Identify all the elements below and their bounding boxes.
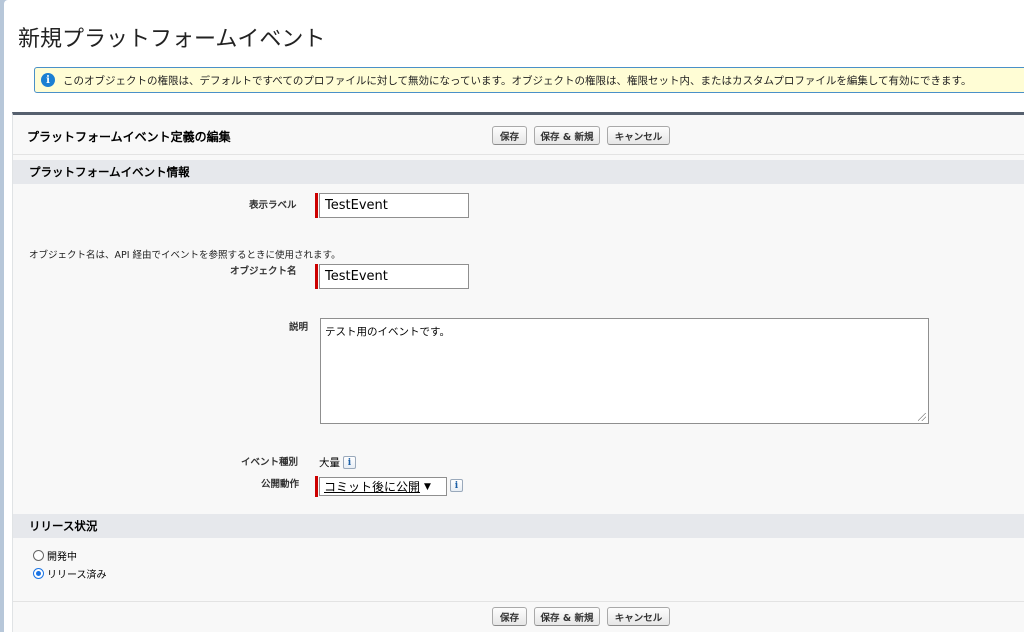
info-banner: i このオブジェクトの権限は、デフォルトですべてのプロファイルに対して無効になっ… xyxy=(34,67,1024,93)
release-option-dev-label: 開発中 xyxy=(47,552,77,563)
label-input[interactable]: TestEvent xyxy=(319,193,469,218)
info-icon: i xyxy=(41,73,55,87)
label-field-label: 表示ラベル xyxy=(249,200,297,211)
description-textarea[interactable]: テスト用のイベントです。 xyxy=(320,318,929,424)
info-banner-text: このオブジェクトの権限は、デフォルトですべてのプロファイルに対して無効になってい… xyxy=(63,74,972,87)
publish-behavior-label: 公開動作 xyxy=(261,479,300,490)
publish-behavior-select[interactable]: コミット後に公開 ▼ xyxy=(319,477,447,496)
event-type-label: イベント種別 xyxy=(241,457,299,468)
description-label: 説明 xyxy=(289,322,309,333)
publish-behavior-value: コミット後に公開 xyxy=(324,480,421,494)
required-indicator xyxy=(315,476,318,497)
radio-released[interactable] xyxy=(33,568,44,579)
event-type-value: 大量 xyxy=(319,457,340,469)
required-indicator xyxy=(315,264,318,289)
footer-cancel-button[interactable]: キャンセル xyxy=(607,607,670,626)
chevron-down-icon: ▼ xyxy=(424,481,431,492)
release-option-released-label: リリース済み xyxy=(47,570,107,581)
save-button[interactable]: 保存 xyxy=(492,126,527,145)
section-header-info: プラットフォームイベント情報 xyxy=(13,160,1024,184)
publish-behavior-info-icon[interactable]: i xyxy=(450,479,463,492)
footer-save-new-button[interactable]: 保存 & 新規 xyxy=(534,607,600,626)
object-name-label: オブジェクト名 xyxy=(230,266,297,277)
page-title: 新規プラットフォームイベント xyxy=(18,27,326,52)
panel-title: プラットフォームイベント定義の編集 xyxy=(27,130,231,144)
footer-save-button[interactable]: 保存 xyxy=(492,607,527,626)
resize-handle-icon[interactable] xyxy=(918,413,926,421)
object-name-help: オブジェクト名は、API 経由でイベントを参照するときに使用されます。 xyxy=(29,250,341,261)
edit-panel: プラットフォームイベント定義の編集 保存 保存 & 新規 キャンセル プラットフ… xyxy=(12,112,1024,632)
save-new-button[interactable]: 保存 & 新規 xyxy=(534,126,600,145)
event-type-info-icon[interactable]: i xyxy=(343,456,356,469)
panel-header: プラットフォームイベント定義の編集 保存 保存 & 新規 キャンセル xyxy=(13,115,1024,155)
release-option-dev[interactable]: 開発中 xyxy=(33,548,77,563)
radio-dev[interactable] xyxy=(33,550,44,561)
required-indicator xyxy=(315,193,318,218)
description-text: テスト用のイベントです。 xyxy=(325,326,450,338)
footer-divider xyxy=(13,601,1024,602)
cancel-button[interactable]: キャンセル xyxy=(607,126,670,145)
release-option-released[interactable]: リリース済み xyxy=(33,566,107,581)
section-header-release: リリース状況 xyxy=(13,514,1024,538)
object-name-input[interactable]: TestEvent xyxy=(319,264,469,289)
